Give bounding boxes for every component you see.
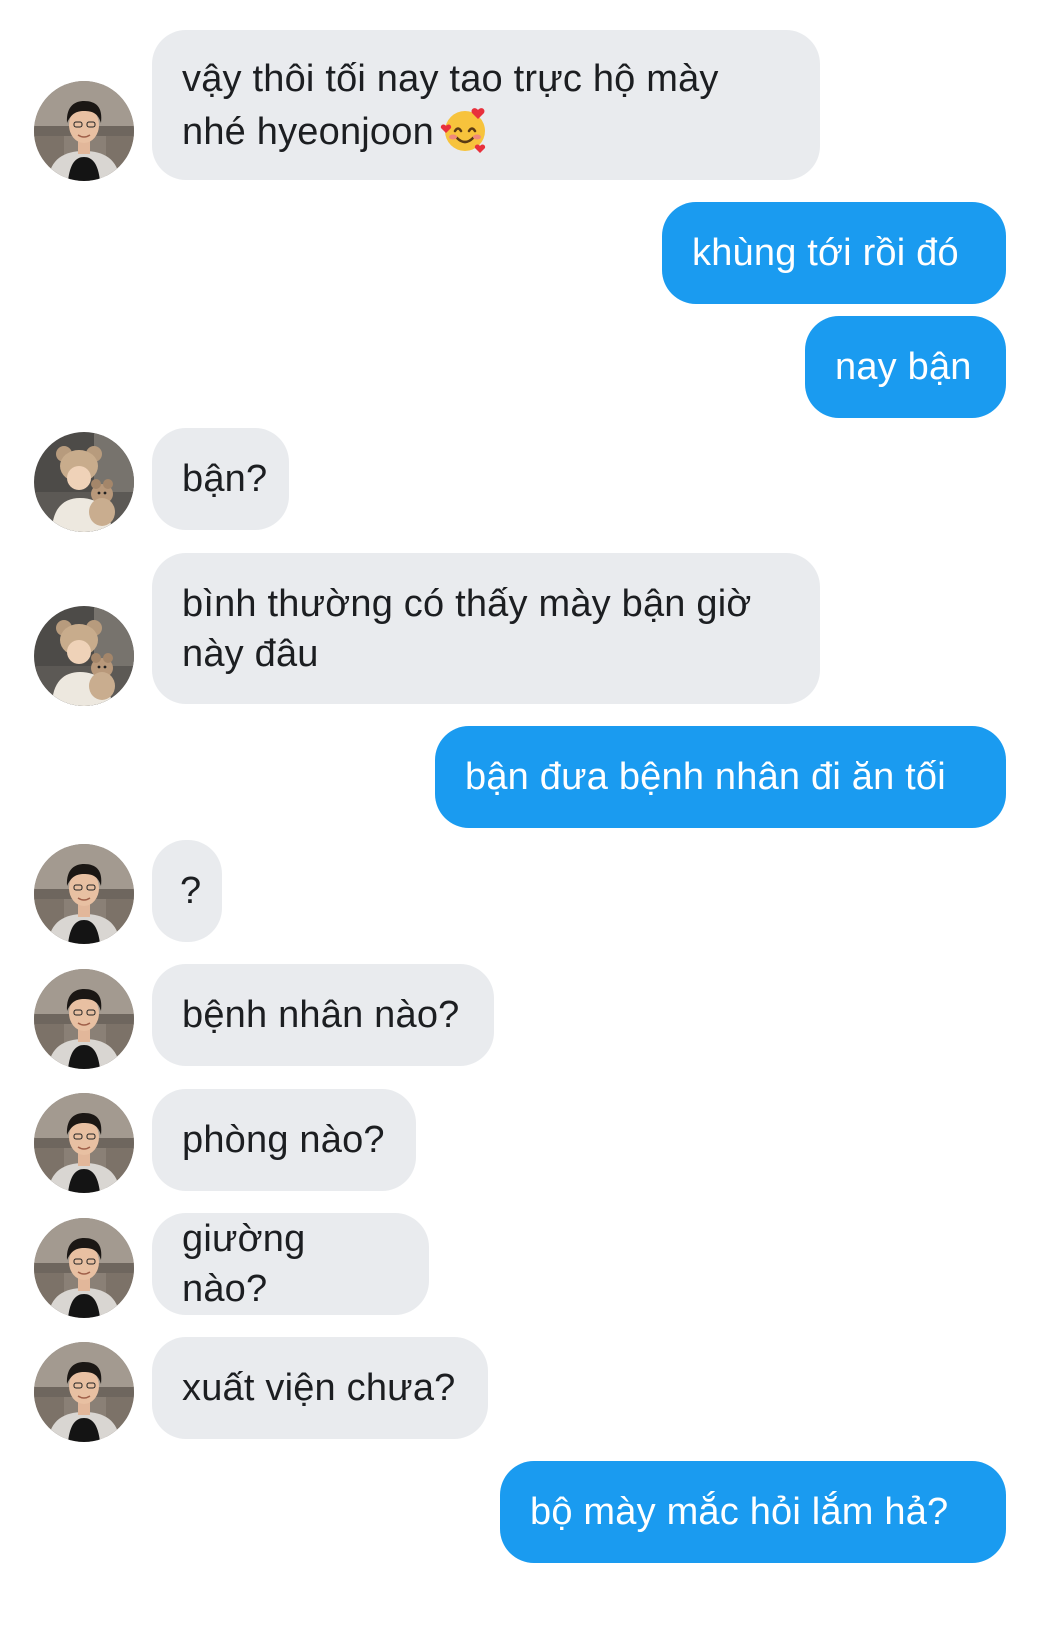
message-text: bận đưa bệnh nhân đi ăn tối	[465, 756, 946, 798]
incoming-message[interactable]: ?	[152, 840, 222, 942]
contact-avatar[interactable]	[34, 844, 134, 944]
contact-avatar[interactable]	[34, 1218, 134, 1318]
contact-avatar[interactable]	[34, 1342, 134, 1442]
incoming-message[interactable]: vậy thôi tối nay tao trực hộ mày nhé hye…	[152, 30, 820, 180]
contact-avatar[interactable]	[34, 432, 134, 532]
outgoing-message[interactable]: nay bận	[805, 316, 1006, 418]
contact-avatar[interactable]	[34, 1093, 134, 1193]
chat-thread: vậy thôi tối nay tao trực hộ mày nhé hye…	[0, 0, 1056, 1631]
message-text: bộ mày mắc hỏi lắm hả?	[530, 1491, 949, 1533]
message-text: ?	[180, 870, 202, 912]
incoming-message[interactable]: bệnh nhân nào?	[152, 964, 494, 1066]
outgoing-message[interactable]: khùng tới rồi đó	[662, 202, 1006, 304]
message-text: nay bận	[835, 346, 972, 388]
contact-avatar[interactable]	[34, 969, 134, 1069]
message-text: bận?	[182, 458, 268, 500]
outgoing-message[interactable]: bận đưa bệnh nhân đi ăn tối	[435, 726, 1006, 828]
message-text: vậy thôi tối nay tao trực hộ mày	[182, 57, 719, 100]
incoming-message[interactable]: phòng nào?	[152, 1089, 416, 1191]
incoming-message[interactable]: giường nào?	[152, 1213, 429, 1315]
outgoing-message[interactable]: bộ mày mắc hỏi lắm hả?	[500, 1461, 1006, 1563]
message-text: bình thường có thấy mày bận giờ	[182, 582, 752, 625]
smiling-face-with-hearts-icon	[440, 107, 486, 153]
contact-avatar[interactable]	[34, 606, 134, 706]
message-text: xuất viện chưa?	[182, 1367, 456, 1409]
message-text-line2: này đâu	[182, 632, 319, 675]
message-text-line2: nhé hyeonjoon	[182, 104, 790, 157]
message-text: giường nào?	[182, 1218, 306, 1310]
message-text: phòng nào?	[182, 1119, 385, 1161]
incoming-message[interactable]: bận?	[152, 428, 289, 530]
contact-avatar[interactable]	[34, 81, 134, 181]
incoming-message[interactable]: xuất viện chưa?	[152, 1337, 488, 1439]
message-text: khùng tới rồi đó	[692, 232, 959, 274]
incoming-message[interactable]: bình thường có thấy mày bận giờ này đâu	[152, 553, 820, 704]
message-text: bệnh nhân nào?	[182, 994, 460, 1036]
